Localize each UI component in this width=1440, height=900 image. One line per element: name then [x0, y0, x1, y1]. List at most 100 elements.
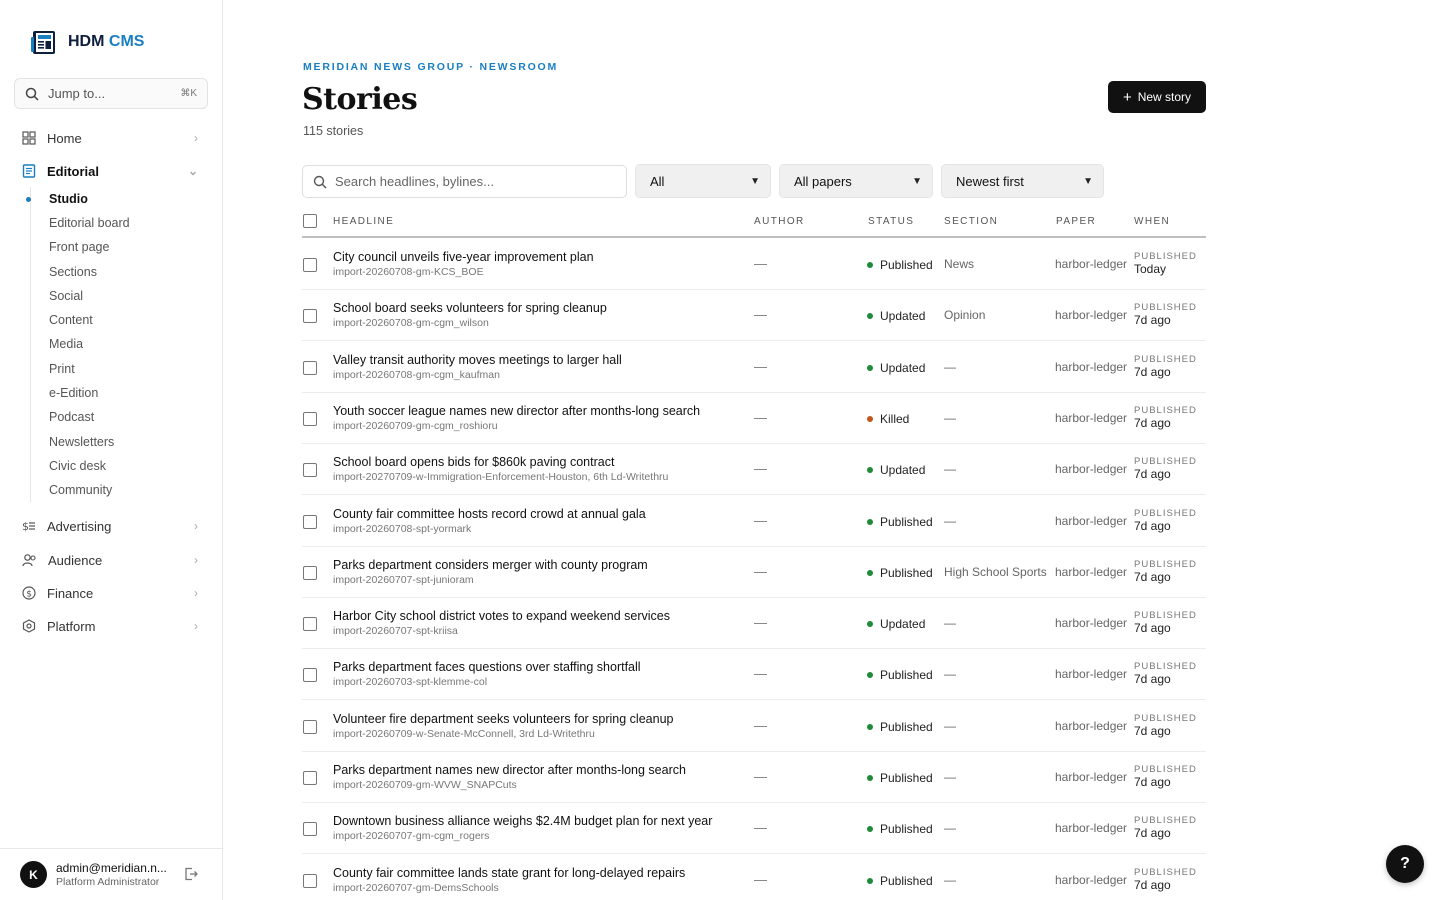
status-badge: Published [867, 874, 933, 888]
row-checkbox[interactable] [303, 771, 317, 785]
story-section: — [944, 770, 956, 784]
status-dot-icon [867, 364, 873, 371]
story-paper: harbor-ledger [1055, 359, 1128, 374]
column-headline[interactable]: HEADLINE [333, 216, 394, 227]
search-input[interactable]: Search headlines, bylines... [302, 165, 627, 198]
table-row[interactable]: School board seeks volunteers for spring… [302, 290, 1206, 342]
search-placeholder: Search headlines, bylines... [335, 174, 494, 189]
status-filter-select[interactable]: All ▼ [635, 164, 771, 198]
subnav-community[interactable]: Community [49, 483, 112, 497]
user-profile[interactable]: K admin@meridian.n... Platform Administr… [0, 848, 222, 900]
story-headline[interactable]: School board seeks volunteers for spring… [333, 301, 607, 315]
nav-home[interactable]: Home › [14, 124, 208, 152]
subnav-social[interactable]: Social [49, 289, 83, 303]
table-row[interactable]: Valley transit authority moves meetings … [302, 342, 1206, 393]
story-author: — [754, 358, 767, 374]
table-row[interactable]: Harbor City school district votes to exp… [302, 598, 1206, 650]
table-row[interactable]: County fair committee hosts record crowd… [302, 496, 1206, 547]
table-row[interactable]: Parks department faces questions over st… [302, 649, 1206, 701]
subnav-sections[interactable]: Sections [49, 265, 97, 279]
table-row[interactable]: School board opens bids for $860k paving… [302, 444, 1206, 496]
story-section: — [944, 616, 956, 631]
column-status[interactable]: STATUS [868, 216, 914, 227]
story-headline[interactable]: Volunteer fire department seeks voluntee… [333, 712, 673, 726]
column-section[interactable]: SECTION [944, 216, 998, 227]
subnav-podcast[interactable]: Podcast [49, 410, 94, 424]
story-headline[interactable]: City council unveils five-year improveme… [333, 250, 594, 264]
story-headline[interactable]: County fair committee hosts record crowd… [333, 507, 646, 521]
nav-audience[interactable]: Audience › [14, 546, 208, 574]
column-paper[interactable]: PAPER [1056, 216, 1096, 227]
paper-filter-select[interactable]: All papers ▼ [779, 164, 933, 198]
row-checkbox[interactable] [303, 360, 317, 375]
story-headline[interactable]: Valley transit authority moves meetings … [333, 353, 622, 367]
story-headline[interactable]: Parks department names new director afte… [333, 763, 686, 777]
sort-select[interactable]: Newest first ▼ [941, 164, 1104, 198]
when-value: 7d ago [1134, 672, 1171, 687]
row-checkbox[interactable] [303, 617, 317, 632]
row-checkbox[interactable] [303, 258, 317, 272]
story-headline[interactable]: Downtown business alliance weighs $2.4M … [333, 814, 712, 828]
row-checkbox[interactable] [303, 668, 317, 683]
subnav-newsletters[interactable]: Newsletters [49, 435, 114, 449]
row-checkbox[interactable] [303, 565, 317, 580]
table-row[interactable]: Youth soccer league names new director a… [302, 393, 1206, 444]
story-paper: harbor-ledger [1055, 821, 1128, 836]
jump-to-search[interactable]: Jump to... ⌘K [14, 78, 208, 109]
row-checkbox[interactable] [303, 463, 317, 478]
select-all-checkbox[interactable] [303, 214, 317, 228]
nav-advertising[interactable]: $ Advertising › [14, 512, 208, 540]
subnav-print[interactable]: Print [49, 362, 75, 376]
status-filter-value: All [650, 173, 665, 189]
story-paper: harbor-ledger [1055, 257, 1128, 271]
nav-finance[interactable]: $ Finance › [14, 579, 208, 607]
status-badge: Published [867, 771, 933, 785]
status-badge: Published [867, 822, 933, 836]
story-headline[interactable]: Parks department considers merger with c… [333, 558, 648, 572]
advertising-icon: $ [22, 520, 35, 533]
table-row[interactable]: City council unveils five-year improveme… [302, 239, 1206, 290]
story-paper: harbor-ledger [1055, 410, 1128, 425]
grid-icon [22, 131, 36, 145]
story-headline[interactable]: Harbor City school district votes to exp… [333, 609, 670, 623]
status-dot-icon [867, 313, 873, 320]
story-author: — [754, 307, 767, 323]
logout-icon[interactable] [184, 867, 198, 881]
subnav-media[interactable]: Media [49, 337, 83, 351]
new-story-button[interactable]: + New story [1108, 81, 1206, 113]
row-checkbox[interactable] [303, 873, 317, 888]
status-label: Published [880, 258, 933, 272]
row-checkbox[interactable] [303, 514, 317, 529]
table-row[interactable]: Parks department names new director afte… [302, 752, 1206, 803]
subnav-editorial-board[interactable]: Editorial board [49, 216, 130, 230]
table-row[interactable]: Parks department considers merger with c… [302, 547, 1206, 598]
table-row[interactable]: Volunteer fire department seeks voluntee… [302, 701, 1206, 752]
column-when[interactable]: WHEN [1134, 216, 1170, 227]
nav-editorial[interactable]: Editorial ⌄ [14, 157, 208, 185]
row-checkbox[interactable] [303, 719, 317, 734]
table-row[interactable]: County fair committee lands state grant … [302, 855, 1206, 900]
table-row[interactable]: Downtown business alliance weighs $2.4M … [302, 803, 1206, 855]
story-headline[interactable]: Youth soccer league names new director a… [333, 404, 700, 418]
subnav-e-edition[interactable]: e-Edition [49, 386, 98, 400]
story-headline[interactable]: County fair committee lands state grant … [333, 866, 685, 880]
story-headline[interactable]: School board opens bids for $860k paving… [333, 455, 614, 469]
story-section: High School Sports [944, 564, 1047, 579]
status-badge: Published [867, 668, 933, 682]
brand[interactable]: HDM CMS [30, 28, 144, 56]
status-badge: Published [867, 258, 933, 272]
help-button[interactable]: ? [1386, 845, 1424, 883]
column-author[interactable]: AUTHOR [754, 216, 805, 227]
brand-suffix-text: CMS [108, 33, 145, 50]
row-checkbox[interactable] [303, 411, 317, 426]
status-dot-icon [867, 621, 873, 628]
subnav-studio[interactable]: Studio [49, 192, 88, 206]
subnav-civic-desk[interactable]: Civic desk [49, 459, 106, 473]
story-headline[interactable]: Parks department faces questions over st… [333, 660, 641, 674]
row-checkbox[interactable] [303, 309, 317, 324]
subnav-content[interactable]: Content [49, 313, 93, 327]
breadcrumb: MERIDIAN NEWS GROUP · NEWSROOM [303, 61, 559, 73]
row-checkbox[interactable] [303, 822, 317, 837]
nav-platform[interactable]: Platform › [14, 612, 208, 640]
subnav-front-page[interactable]: Front page [49, 240, 109, 254]
